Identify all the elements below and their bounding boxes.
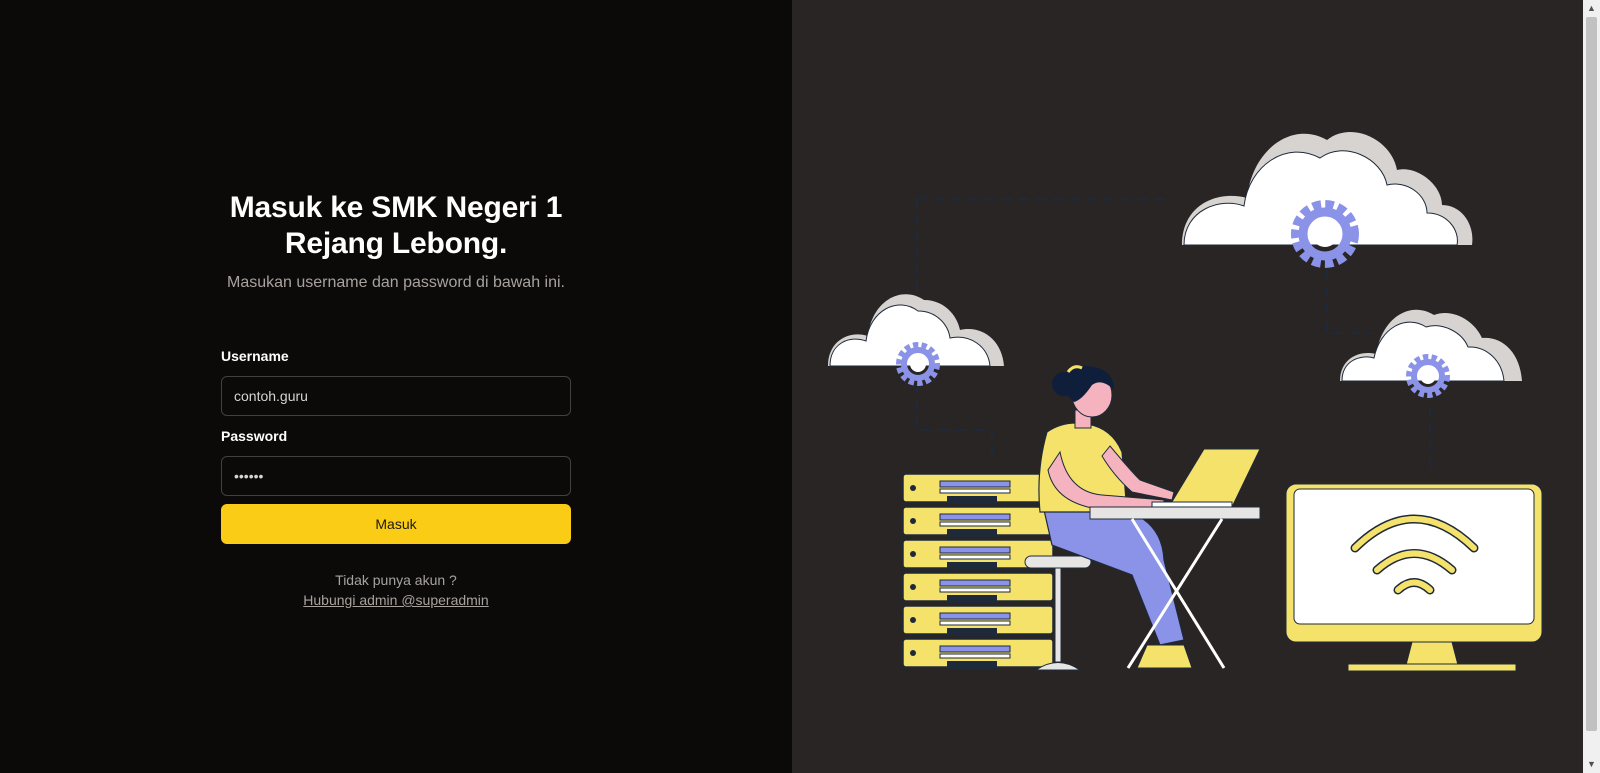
- page-title: Masuk ke SMK Negeri 1 Rejang Lebong.: [229, 191, 563, 260]
- monitor-wifi-icon: [1285, 483, 1543, 672]
- cloud-icon: [828, 294, 1004, 367]
- no-account-text: Tidak punya akun ?: [335, 572, 457, 588]
- login-button[interactable]: Masuk: [221, 504, 571, 544]
- scroll-thumb[interactable]: [1586, 17, 1597, 731]
- scroll-up-icon[interactable]: ▲: [1583, 0, 1600, 17]
- login-footer: Tidak punya akun ? Hubungi admin @supera…: [221, 570, 571, 610]
- contact-admin-link[interactable]: Hubungi admin @superadmin: [303, 592, 488, 608]
- username-input[interactable]: [221, 376, 571, 416]
- login-panel: Masuk ke SMK Negeri 1 Rejang Lebong. Mas…: [0, 0, 792, 773]
- username-label: Username: [221, 348, 289, 364]
- page-scrollbar[interactable]: ▲ ▼: [1583, 0, 1600, 773]
- scroll-down-icon[interactable]: ▼: [1583, 756, 1600, 773]
- server-rack-icon: [902, 473, 1054, 669]
- password-input[interactable]: [221, 456, 571, 496]
- login-form: Masuk ke SMK Negeri 1 Rejang Lebong. Mas…: [221, 190, 571, 608]
- illustration-panel: [792, 0, 1583, 773]
- page-subtitle: Masukan username dan password di bawah i…: [227, 274, 565, 291]
- password-label: Password: [221, 428, 288, 444]
- person-laptop-icon: [1024, 365, 1261, 671]
- cloud-computing-illustration: [828, 131, 1543, 672]
